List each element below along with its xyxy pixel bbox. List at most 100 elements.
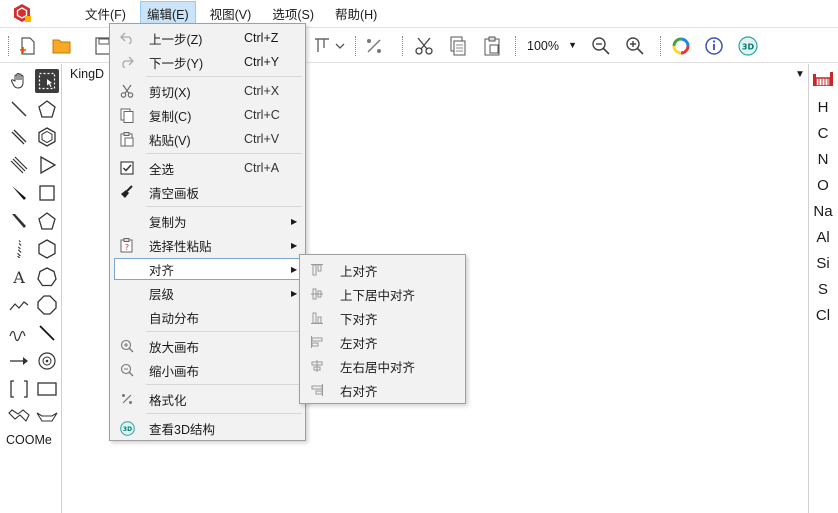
svg-text:A: A <box>12 268 25 286</box>
svg-text:3D: 3D <box>742 43 755 52</box>
chair-ring-icon[interactable] <box>7 405 31 429</box>
menu-layer[interactable]: 层级 ▶ <box>110 282 305 304</box>
pentagon-alt-ring-icon[interactable] <box>35 209 59 233</box>
color-wheel-icon[interactable] <box>670 35 692 57</box>
rectangle-tool-icon[interactable] <box>35 377 59 401</box>
heptagon-ring-icon[interactable] <box>35 265 59 289</box>
copy-icon[interactable] <box>447 35 469 57</box>
menu-paste-special[interactable]: ? 选择性粘贴 ▶ <box>110 234 305 256</box>
menu-view[interactable]: 视图(V) <box>203 1 259 26</box>
hexagon-ring-icon[interactable] <box>35 237 59 261</box>
menu-redo[interactable]: 下一步(Y) Ctrl+Y <box>110 51 305 73</box>
menu-separator <box>146 76 302 77</box>
benzene-ring-icon[interactable] <box>35 125 59 149</box>
arrow-tool-icon[interactable] <box>7 349 31 373</box>
element-cl[interactable]: Cl <box>808 307 838 324</box>
octagon-ring-icon[interactable] <box>35 293 59 317</box>
submenu-arrow-icon: ▶ <box>291 216 298 226</box>
menu-paste[interactable]: 粘贴(V) Ctrl+V <box>110 128 305 150</box>
menu-separator <box>146 153 302 154</box>
zoom-out-icon <box>119 362 135 378</box>
menu-copy-as[interactable]: 复制为 ▶ <box>110 210 305 232</box>
orbital-tool-icon[interactable] <box>35 349 59 373</box>
zoom-select[interactable]: 100% ▼ <box>521 35 581 57</box>
single-bond-icon[interactable] <box>7 97 31 121</box>
line-tool-icon[interactable] <box>35 321 59 345</box>
cut-icon[interactable] <box>413 35 435 57</box>
wedge-bond-icon[interactable] <box>7 181 31 205</box>
cut-icon <box>119 83 135 99</box>
menu-zoom-out[interactable]: 缩小画布 <box>110 359 305 381</box>
align-left-item[interactable]: 左对齐 <box>300 330 465 354</box>
chain-tool-icon[interactable] <box>7 293 31 317</box>
toolbar-separator <box>355 36 356 56</box>
zoom-in-icon[interactable] <box>624 35 646 57</box>
hash-bond-icon[interactable] <box>7 237 31 261</box>
menu-undo[interactable]: 上一步(Z) Ctrl+Z <box>110 27 305 49</box>
element-c[interactable]: C <box>808 125 838 142</box>
periodic-table-icon[interactable] <box>813 72 833 89</box>
menu-edit[interactable]: 编辑(E) <box>139 0 196 26</box>
menu-auto-distribute[interactable]: 自动分布 <box>110 306 305 328</box>
menu-clear-canvas[interactable]: 清空画板 <box>110 181 305 203</box>
view-3d-icon: 3D <box>119 420 135 436</box>
pentagon-ring-icon[interactable] <box>35 97 59 121</box>
element-n[interactable]: N <box>808 151 838 168</box>
align-bottom-icon <box>309 310 325 326</box>
square-ring-icon[interactable] <box>35 181 59 205</box>
paste-icon[interactable] <box>481 35 503 57</box>
align-right-item[interactable]: 右对齐 <box>300 378 465 402</box>
align-bottom-item[interactable]: 下对齐 <box>300 306 465 330</box>
menu-align[interactable]: 对齐 ▶ <box>114 258 302 280</box>
svg-text:3D: 3D <box>122 426 131 433</box>
document-tab[interactable]: KingD <box>70 67 104 81</box>
element-h[interactable]: H <box>808 99 838 116</box>
new-file-icon[interactable] <box>17 35 39 57</box>
tab-list-dropdown-icon[interactable]: ▼ <box>795 69 805 80</box>
info-icon[interactable] <box>703 35 725 57</box>
menu-select-all[interactable]: 全选 Ctrl+A <box>110 157 305 179</box>
menu-format[interactable]: 格式化 <box>110 388 305 410</box>
view-3d-icon[interactable]: 3D <box>737 35 759 57</box>
wavy-bond-icon[interactable] <box>7 321 31 345</box>
menu-file[interactable]: 文件(F) <box>78 1 133 26</box>
text-tool-icon[interactable]: A <box>7 265 31 289</box>
coome-group-label[interactable]: COOMe <box>6 433 52 447</box>
menu-separator <box>146 206 302 207</box>
zoom-in-icon <box>119 338 135 354</box>
menu-separator <box>146 384 302 385</box>
bracket-tool-icon[interactable] <box>7 377 31 401</box>
align-center-horizontal-item[interactable]: 左右居中对齐 <box>300 354 465 378</box>
align-top-item[interactable]: 上对齐 <box>300 258 465 282</box>
triangle-ring-icon[interactable] <box>35 153 59 177</box>
menu-cut[interactable]: 剪切(X) Ctrl+X <box>110 80 305 102</box>
menu-view-3d[interactable]: 3D 查看3D结构 <box>110 417 305 439</box>
select-tool-icon[interactable] <box>35 69 59 93</box>
submenu-arrow-icon: ▶ <box>291 240 298 250</box>
element-o[interactable]: O <box>808 177 838 194</box>
align-submenu: 上对齐 上下居中对齐 下对齐 左对齐 左右居中对齐 右对齐 <box>299 254 466 404</box>
open-folder-icon[interactable] <box>51 35 73 57</box>
double-bond-icon[interactable] <box>7 125 31 149</box>
hand-tool-icon[interactable] <box>7 69 31 93</box>
menu-copy[interactable]: 复制(C) Ctrl+C <box>110 104 305 126</box>
element-al[interactable]: Al <box>808 229 838 246</box>
element-si[interactable]: Si <box>808 255 838 272</box>
boat-ring-icon[interactable] <box>35 405 59 429</box>
align-dropdown-icon[interactable] <box>313 35 347 57</box>
menu-options[interactable]: 选项(S) <box>265 1 321 26</box>
element-s[interactable]: S <box>808 281 838 298</box>
menu-zoom-in[interactable]: 放大画布 <box>110 335 305 357</box>
svg-text:?: ? <box>125 243 129 252</box>
align-middle-vertical-item[interactable]: 上下居中对齐 <box>300 282 465 306</box>
element-na[interactable]: Na <box>808 203 838 220</box>
menu-help[interactable]: 帮助(H) <box>328 1 384 26</box>
format-icon <box>119 391 135 407</box>
edit-menu-dropdown: 上一步(Z) Ctrl+Z 下一步(Y) Ctrl+Y 剪切(X) Ctrl+X… <box>109 23 306 441</box>
menu-separator <box>146 413 302 414</box>
triple-bond-icon[interactable] <box>7 153 31 177</box>
format-icon[interactable] <box>363 35 385 57</box>
zoom-out-icon[interactable] <box>590 35 612 57</box>
bold-wedge-icon[interactable] <box>7 209 31 233</box>
broom-icon <box>119 184 135 200</box>
